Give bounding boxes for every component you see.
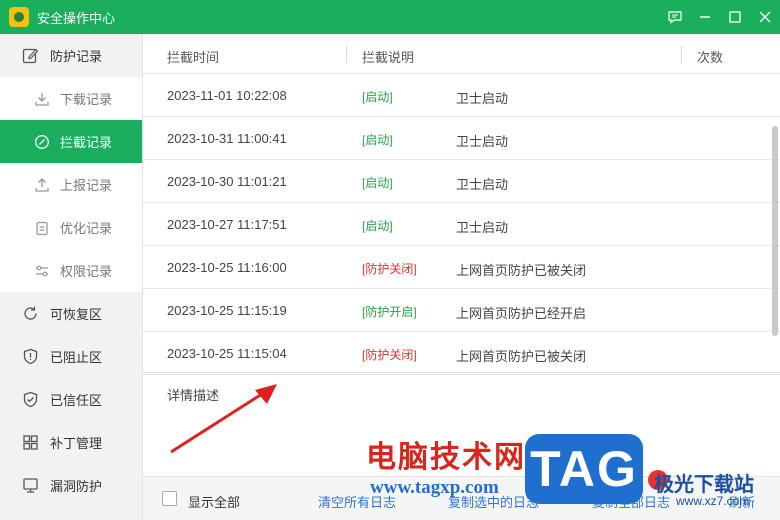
window-title: 安全操作中心 [37,10,116,26]
sidebar-item-protection-records[interactable]: 防护记录 [0,34,142,77]
copy-all-logs-link[interactable]: 复制全部日志 [592,492,670,511]
sidebar-item-blocked[interactable]: 已阻止区 [0,335,142,378]
table-header: 拦截时间 拦截说明 次数 [143,34,780,74]
sidebar-item-label: 漏洞防护 [50,479,103,494]
show-all-label[interactable]: 显示全部 [188,492,240,511]
row-description: 卫士启动 [456,220,509,235]
row-time: 2023-10-31 11:00:41 [167,131,287,146]
column-header-time[interactable]: 拦截时间 [167,47,219,66]
shield-alert-icon [23,348,38,365]
upload-icon [35,177,49,192]
table-row[interactable]: 2023-10-25 11:16:00 [防护关闭] 上网首页防护已被关闭 [143,246,780,289]
sidebar-item-label: 拦截记录 [60,135,113,150]
row-description: 上网首页防护已经开启 [456,306,587,321]
column-header-count[interactable]: 次数 [697,47,723,66]
sidebar-item-label: 上报记录 [60,178,113,193]
sidebar-item-label: 优化记录 [60,221,113,236]
minimize-button[interactable] [690,0,720,34]
row-time: 2023-10-25 11:16:00 [167,260,287,275]
app-logo-icon [9,7,29,27]
sidebar-item-label: 已信任区 [50,393,103,408]
row-status: [启动] [362,90,393,104]
maximize-button[interactable] [720,0,750,34]
table-row[interactable]: 2023-10-27 11:17:51 [启动] 卫士启动 [143,203,780,246]
row-status: [启动] [362,133,393,147]
row-time: 2023-11-01 10:22:08 [167,88,287,103]
footer-bar: 显示全部 清空所有日志 复制选中的日志 复制全部日志 刷新 [143,476,780,520]
feedback-button[interactable] [660,0,690,34]
scrollbar-thumb[interactable] [772,126,778,336]
maximize-icon [729,11,741,23]
row-time: 2023-10-25 11:15:04 [167,346,287,361]
sidebar-item-optimizations[interactable]: 优化记录 [0,206,142,249]
sidebar: 防护记录 下载记录 拦截记录 上报记录 优化记录 权限记录 可恢复区 已阻止区 [0,34,143,520]
row-status: [防护关闭] [362,262,417,276]
table-row[interactable]: 2023-10-30 11:01:21 [启动] 卫士启动 [143,160,780,203]
row-time: 2023-10-25 11:15:19 [167,303,287,318]
sidebar-item-label: 补丁管理 [50,436,103,451]
block-circle-icon [35,134,49,149]
sidebar-item-label: 下载记录 [60,92,113,107]
minimize-icon [700,16,710,18]
table-row[interactable]: 2023-10-25 11:15:19 [防护开启] 上网首页防护已经开启 [143,289,780,332]
clipboard-icon [36,221,48,235]
sliders-icon [36,265,48,276]
sidebar-item-intercepts[interactable]: 拦截记录 [0,120,142,163]
sidebar-item-permissions[interactable]: 权限记录 [0,249,142,292]
column-divider[interactable] [681,46,682,63]
sidebar-item-label: 权限记录 [60,264,113,279]
sidebar-item-patches[interactable]: 补丁管理 [0,421,142,464]
window-controls [660,0,780,34]
close-icon [759,11,771,23]
row-description: 上网首页防护已被关闭 [456,349,587,364]
sidebar-item-trusted[interactable]: 已信任区 [0,378,142,421]
row-status: [启动] [362,219,393,233]
title-bar: 安全操作中心 [0,0,780,34]
vertical-scrollbar[interactable] [770,74,780,368]
copy-selected-logs-link[interactable]: 复制选中的日志 [448,492,539,511]
download-icon [35,92,49,106]
edit-icon [22,48,39,64]
sidebar-item-downloads[interactable]: 下载记录 [0,77,142,120]
row-status: [启动] [362,176,393,190]
sidebar-item-recoverable[interactable]: 可恢复区 [0,292,142,335]
log-table-body: 2023-11-01 10:22:08 [启动] 卫士启动 2023-10-31… [143,74,780,375]
monitor-icon [23,478,38,493]
sidebar-item-label: 可恢复区 [50,307,103,322]
clear-all-logs-link[interactable]: 清空所有日志 [318,492,396,511]
shield-check-icon [23,391,38,408]
table-row[interactable]: 2023-11-01 10:22:08 [启动] 卫士启动 [143,74,780,117]
restore-icon [24,306,37,320]
row-description: 卫士启动 [456,177,509,192]
close-button[interactable] [750,0,780,34]
protection-subnav: 下载记录 拦截记录 上报记录 优化记录 权限记录 [0,77,142,292]
row-description: 上网首页防护已被关闭 [456,263,587,278]
table-row[interactable]: 2023-10-25 11:15:04 [防护关闭] 上网首页防护已被关闭 [143,332,780,375]
feedback-icon [668,11,682,24]
sidebar-item-label: 防护记录 [50,49,103,64]
row-status: [防护关闭] [362,348,417,362]
table-row[interactable]: 2023-10-31 11:00:41 [启动] 卫士启动 [143,117,780,160]
row-time: 2023-10-30 11:01:21 [167,174,287,189]
show-all-checkbox[interactable] [162,491,177,506]
grid-icon [23,435,38,450]
refresh-link[interactable]: 刷新 [729,492,755,511]
column-divider[interactable] [346,46,347,63]
column-header-description[interactable]: 拦截说明 [362,47,414,66]
sidebar-item-reports[interactable]: 上报记录 [0,163,142,206]
row-status: [防护开启] [362,305,417,319]
row-description: 卫士启动 [456,91,509,106]
row-description: 卫士启动 [456,134,509,149]
sidebar-item-vulnerability[interactable]: 漏洞防护 [0,464,142,507]
sidebar-item-label: 已阻止区 [50,350,103,365]
annotation-arrow-icon [170,384,277,454]
row-time: 2023-10-27 11:17:51 [167,217,287,232]
